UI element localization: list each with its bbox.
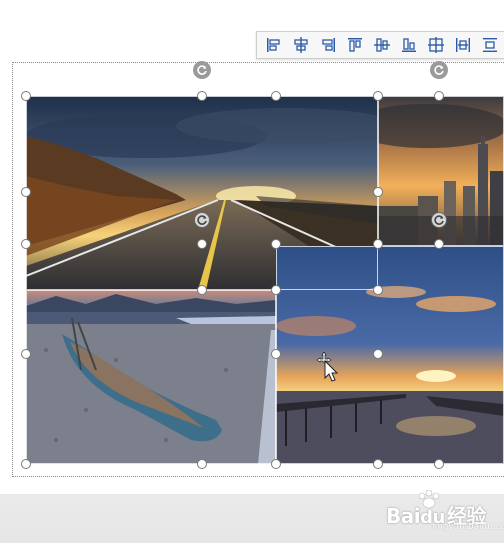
rotate-handle[interactable] [431, 212, 447, 228]
rotate-handle[interactable] [194, 212, 210, 228]
resize-handle[interactable] [21, 239, 31, 249]
align-middle-icon[interactable] [369, 33, 395, 57]
rotate-handle[interactable] [430, 61, 448, 79]
resize-handle[interactable] [271, 91, 281, 101]
resize-handle[interactable] [271, 285, 281, 295]
watermark-url: jingyan.baidu.com [432, 522, 504, 532]
move-cursor-icon [316, 351, 339, 382]
resize-handle[interactable] [271, 239, 281, 249]
resize-handle[interactable] [373, 459, 383, 469]
distribute-vertically-icon[interactable] [477, 33, 503, 57]
resize-handle[interactable] [373, 187, 383, 197]
resize-handle[interactable] [21, 349, 31, 359]
align-left-icon[interactable] [261, 33, 287, 57]
align-right-icon[interactable] [315, 33, 341, 57]
resize-handle[interactable] [373, 239, 383, 249]
photo-rowboat-shore[interactable] [26, 290, 276, 464]
align-top-icon[interactable] [342, 33, 368, 57]
resize-handle[interactable] [197, 459, 207, 469]
distribute-grid-icon[interactable] [423, 33, 449, 57]
resize-handle[interactable] [434, 459, 444, 469]
rotate-handle[interactable] [193, 61, 211, 79]
resize-handle[interactable] [21, 459, 31, 469]
resize-handle[interactable] [197, 91, 207, 101]
resize-handle[interactable] [373, 285, 383, 295]
resize-handle[interactable] [271, 459, 281, 469]
photo-pier-sunset[interactable] [276, 246, 504, 464]
resize-handle[interactable] [21, 187, 31, 197]
resize-handle[interactable] [434, 239, 444, 249]
resize-handle[interactable] [373, 91, 383, 101]
distribute-horizontally-icon[interactable] [450, 33, 476, 57]
align-bottom-icon[interactable] [396, 33, 422, 57]
resize-handle[interactable] [373, 349, 383, 359]
resize-handle[interactable] [197, 285, 207, 295]
resize-handle[interactable] [21, 91, 31, 101]
align-toolbar [256, 31, 504, 59]
align-center-icon[interactable] [288, 33, 314, 57]
resize-handle[interactable] [271, 349, 281, 359]
resize-handle[interactable] [197, 239, 207, 249]
resize-handle[interactable] [434, 91, 444, 101]
baidu-jingyan-watermark: Baidu经验 jingyan.baidu.com [386, 490, 504, 532]
